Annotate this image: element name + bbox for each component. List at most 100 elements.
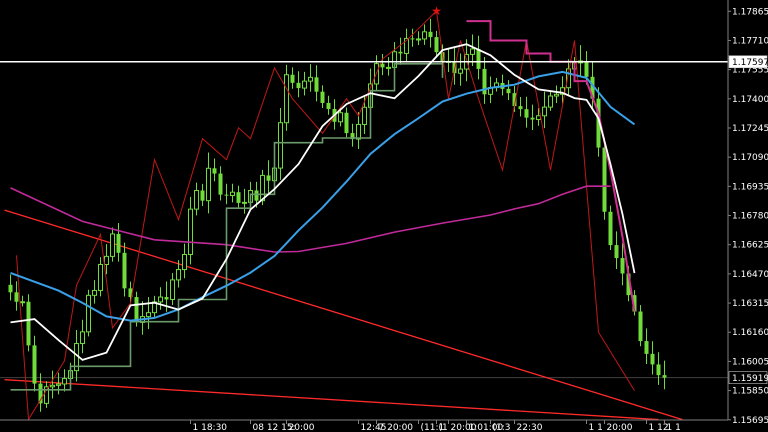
candle — [86, 289, 91, 337]
candle-body-down — [326, 102, 331, 109]
candle-body-up — [284, 74, 289, 124]
candle-body-down — [8, 284, 13, 293]
candle-body-up — [188, 208, 193, 255]
candle-body-down — [614, 245, 619, 259]
candle-body-down — [506, 88, 511, 94]
candle-body-up — [110, 233, 115, 257]
candle-body-down — [290, 74, 295, 83]
candle-body-down — [122, 252, 127, 289]
candle-body-down — [650, 353, 655, 365]
candle-body-down — [218, 173, 223, 195]
candle-body-down — [236, 192, 241, 203]
candle-body-up — [230, 191, 235, 197]
candle-body-up — [554, 93, 559, 97]
candle — [26, 294, 31, 352]
candle-body-down — [26, 301, 31, 346]
x-tick-label: 20:00 — [607, 423, 633, 432]
candle-body-up — [242, 201, 247, 204]
signal-marker-icon: ★ — [431, 4, 442, 18]
candle-body-down — [638, 311, 643, 342]
x-tick-label: 1 18:30 — [193, 423, 228, 432]
candle-body-down — [620, 258, 625, 274]
candle-body-down — [398, 51, 403, 54]
candle-body-down — [254, 190, 259, 201]
candle-body-up — [356, 123, 361, 140]
candle-body-up — [104, 255, 109, 265]
y-tick-label: 1.16005 — [732, 357, 768, 367]
candle-body-up — [80, 331, 85, 345]
candle-body-down — [434, 37, 439, 53]
candle-body-up — [416, 38, 421, 41]
candle-body-down — [314, 77, 319, 92]
y-tick-label: 1.16625 — [732, 241, 768, 251]
y-tick-label: 1.15850 — [732, 387, 768, 397]
candle-body-down — [164, 297, 169, 300]
y-tick-label: 1.17865 — [732, 7, 768, 17]
candle-body-down — [584, 60, 589, 77]
candle-body-up — [206, 167, 211, 202]
candle-body-down — [428, 31, 433, 38]
candle-body-up — [176, 269, 181, 281]
candle-body-up — [422, 31, 427, 40]
x-tick-label: 1 1 — [667, 423, 681, 432]
candle-body-up — [458, 68, 463, 74]
y-tick-label: 1.16315 — [732, 299, 768, 309]
candle-body-down — [662, 375, 667, 378]
candle-body-up — [548, 95, 553, 108]
candle-body-up — [536, 115, 541, 121]
candle-body-up — [20, 301, 25, 304]
candle — [608, 205, 613, 250]
candle-body-up — [302, 80, 307, 89]
y-tick-label: 1.16160 — [732, 328, 768, 338]
candle-body-down — [656, 364, 661, 376]
last-price-badge: 1.15919 — [728, 371, 768, 384]
candle-body-up — [86, 294, 91, 333]
y-tick-label: 1.16935 — [732, 182, 768, 192]
price-chart: ★ 1.178651.177101.175551.174001.172451.1… — [0, 0, 768, 432]
key-level-badge: 1.17597 — [728, 55, 768, 68]
x-tick-label: 7 20:00 — [379, 423, 414, 432]
candle-body-down — [32, 345, 37, 384]
candle-body-up — [62, 378, 67, 385]
candle — [284, 64, 289, 131]
y-tick-label: 1.17400 — [732, 95, 768, 105]
x-tick-label: (1 — [439, 423, 448, 432]
candle-body-up — [146, 312, 151, 318]
candle-body-up — [362, 106, 367, 125]
x-tick-label: 22:30 — [517, 423, 543, 432]
candle-body-up — [308, 76, 313, 82]
candle-body-up — [182, 253, 187, 271]
x-tick-label: 1 1 — [589, 423, 603, 432]
candle-body-down — [380, 63, 385, 68]
candle-body-up — [56, 383, 61, 386]
candle-body-down — [602, 147, 607, 212]
candle-body-down — [14, 292, 19, 302]
candle-body-up — [470, 48, 475, 55]
candle-body-down — [116, 233, 121, 253]
candle-body-up — [194, 189, 199, 210]
candle-body-down — [410, 38, 415, 40]
candle-body-down — [524, 109, 529, 118]
candle-body-down — [476, 48, 481, 69]
candle-body-up — [98, 263, 103, 291]
candle-body-up — [50, 384, 55, 388]
candle-body-up — [338, 112, 343, 123]
y-tick-label: 1.15695 — [732, 416, 768, 426]
candle-body-up — [278, 122, 283, 169]
y-tick-label: 1.17090 — [732, 153, 768, 163]
candle-body-down — [266, 175, 271, 181]
candle-body-down — [320, 91, 325, 103]
candle-body-down — [200, 190, 205, 201]
candle-body-down — [212, 168, 217, 174]
candle-body-down — [134, 297, 139, 323]
y-tick-label: 1.16780 — [732, 212, 768, 222]
last-price-badge-text: 1.15919 — [732, 374, 768, 384]
key-level-badge-text: 1.17597 — [732, 58, 768, 68]
candle-body-up — [92, 289, 97, 296]
candle-body-down — [518, 106, 523, 110]
x-tick-label: (1:3 — [493, 423, 511, 432]
candle-body-down — [530, 117, 535, 120]
candle-body-down — [296, 82, 301, 89]
candle-body-up — [158, 296, 163, 303]
y-tick-label: 1.17245 — [732, 124, 768, 134]
